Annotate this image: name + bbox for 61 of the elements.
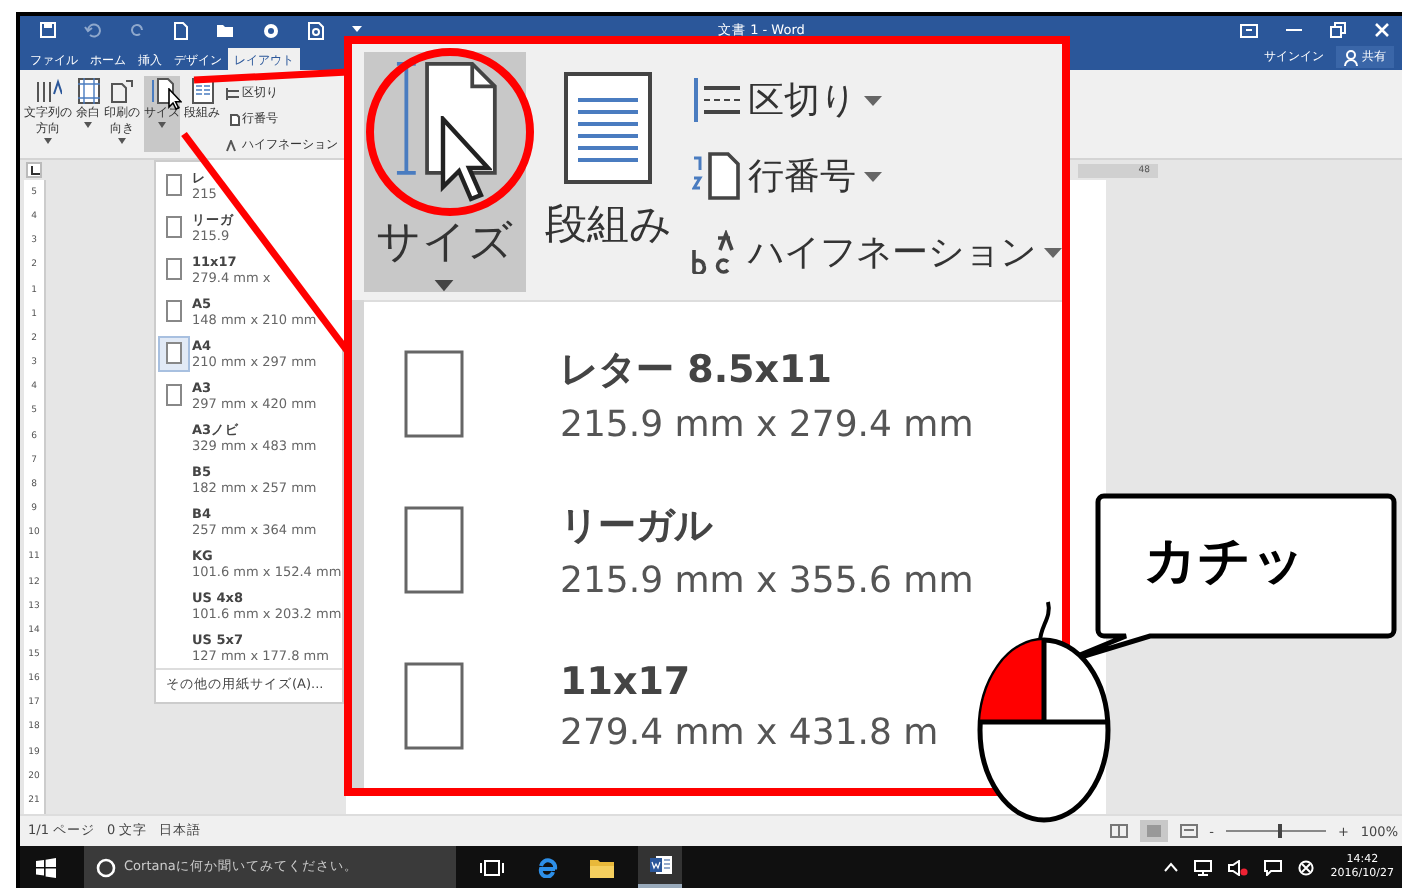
read-mode-icon[interactable] xyxy=(1109,824,1128,838)
page-rotate-icon xyxy=(110,78,134,104)
mouse-cursor-icon xyxy=(440,116,492,204)
document-app-icon xyxy=(649,854,671,876)
caret-icon xyxy=(434,280,455,292)
paper-size-option[interactable]: 11x17 279.4 mm x 431.8 m xyxy=(404,638,939,774)
ribbon-command[interactable]: 区切り xyxy=(692,76,1062,124)
speaker-muted-icon[interactable] xyxy=(1228,859,1249,875)
paper-size-name: 11x17 xyxy=(560,659,693,703)
print-layout-icon xyxy=(1145,824,1162,838)
columns-icon xyxy=(564,72,653,184)
slider-thumb[interactable] xyxy=(1278,824,1283,838)
redo-icon[interactable] xyxy=(130,22,146,38)
line-numbers-icon xyxy=(226,113,240,125)
touch-mode-icon[interactable] xyxy=(262,21,280,39)
network-icon[interactable] xyxy=(1194,859,1213,875)
paper-size-option[interactable]: リーガル 215.9 mm x 355.6 mm xyxy=(404,482,974,618)
columns-button[interactable]: 段組み xyxy=(541,52,676,292)
browser-icon[interactable] xyxy=(536,856,558,878)
save-icon[interactable] xyxy=(40,22,56,38)
tab-selector[interactable] xyxy=(26,162,42,178)
page-break-icon xyxy=(226,87,240,99)
chevron-up-icon[interactable] xyxy=(1164,862,1179,872)
margins-icon xyxy=(77,78,99,104)
mouse-cursor-icon xyxy=(168,88,182,110)
caret-icon xyxy=(1044,247,1062,257)
print-preview-icon[interactable] xyxy=(308,21,324,39)
task-view-icon[interactable] xyxy=(480,859,504,875)
notification-icon[interactable] xyxy=(1264,859,1283,875)
paper-size-option[interactable]: レター 8.5x11 215.9 mm x 279.4 mm xyxy=(404,326,974,462)
paper-size-name: リーガル xyxy=(560,501,715,551)
ribbon-command[interactable]: ハイフネーション xyxy=(692,228,1062,276)
undo-icon[interactable] xyxy=(84,22,102,38)
page-thumbnail-icon xyxy=(404,662,464,750)
hyphenation-icon xyxy=(226,139,240,151)
ribbon-command[interactable]: 行番号 xyxy=(692,152,1062,200)
new-document-icon[interactable] xyxy=(174,21,188,39)
page-break-icon xyxy=(692,78,740,122)
tab-stop-icon xyxy=(29,165,39,175)
person-icon xyxy=(1344,49,1358,65)
windows-logo-icon[interactable] xyxy=(36,857,56,877)
close-icon[interactable] xyxy=(1374,22,1390,38)
ribbon-display-icon[interactable] xyxy=(1240,23,1258,37)
caret-icon xyxy=(864,95,882,105)
restore-icon[interactable] xyxy=(1330,22,1346,38)
blocked-icon[interactable] xyxy=(1298,859,1315,875)
folder-icon[interactable] xyxy=(216,22,234,38)
speech-bubble-text: カチッ xyxy=(1144,530,1306,596)
page-thumbnail-icon xyxy=(404,506,464,594)
page-thumbnail-icon xyxy=(404,350,464,438)
taskbar-app-button[interactable] xyxy=(638,846,682,888)
minimize-icon[interactable] xyxy=(1286,28,1302,32)
paper-size-dimensions: 215.9 mm x 355.6 mm xyxy=(560,559,974,601)
line-numbers-icon xyxy=(692,152,740,200)
text-direction-icon xyxy=(34,78,62,104)
paper-size-dimensions: 215.9 mm x 279.4 mm xyxy=(560,403,974,445)
paper-size-name: レター 8.5x11 xyxy=(560,345,834,395)
folder-icon[interactable] xyxy=(590,857,614,877)
cortana-ring-icon xyxy=(96,857,116,877)
paper-size-dimensions: 279.4 mm x 431.8 m xyxy=(560,711,939,753)
web-layout-icon[interactable] xyxy=(1179,824,1198,838)
